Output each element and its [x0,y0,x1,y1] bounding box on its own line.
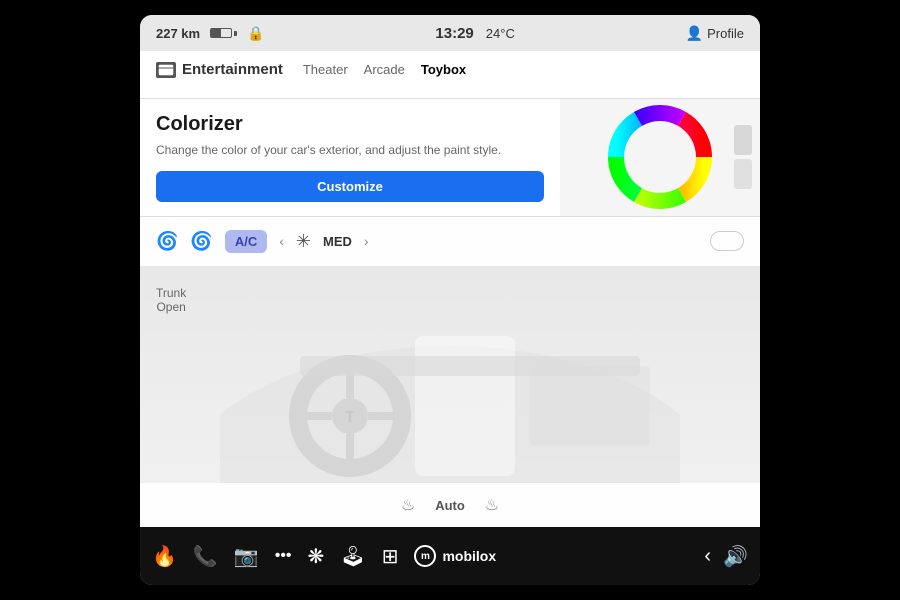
taskbar: 🔥 📞 📷 ••• ❋ 🕹 ⊞ m mobilox ‹ 🔊 [140,527,760,585]
profile-button[interactable]: 👤 Profile [686,25,744,42]
dashboard-svg: T [220,306,680,486]
car-view: Trunk Open T [140,266,760,527]
colorizer-right-panel [560,99,760,216]
customize-button[interactable]: Customize [156,171,544,202]
game-icon[interactable]: 🕹 [340,544,365,569]
heat-icon[interactable]: 🔥 [152,544,177,569]
climate-toggle[interactable] [710,231,744,251]
swatch-gray[interactable] [734,125,752,155]
defrost-front-icon[interactable]: 🌀 [156,231,178,252]
colorizer-left-panel: Colorizer Change the color of your car's… [140,99,560,216]
fan-icon: ✳ [296,231,311,252]
climate-bar: 🌀 🌀 A/C ‹ ✳ MED › [140,216,760,266]
lock-icon: 🔒 [247,25,264,42]
fan-increase-arrow[interactable]: › [364,233,369,249]
trunk-status: Open [156,300,186,314]
colorizer-section: Colorizer Change the color of your car's… [140,99,760,216]
mobilox-brand: m mobilox [414,545,496,567]
entertainment-panel: Entertainment Theater Arcade Toybox [140,51,760,99]
entertainment-title: Entertainment [156,61,283,78]
nav-arcade[interactable]: Arcade [364,62,405,77]
entertainment-header: Entertainment Theater Arcade Toybox [156,61,744,78]
colorizer-description: Change the color of your car's exterior,… [156,142,544,159]
color-swatches [734,125,752,189]
fan-speed-display: MED [323,234,352,249]
defrost-rear-icon[interactable]: 🌀 [190,231,212,252]
phone-icon[interactable]: 📞 [193,544,218,569]
taskbar-right: ‹ 🔊 [704,544,748,569]
back-icon[interactable]: ‹ [704,545,711,568]
time-display: 13:29 [435,25,473,42]
more-icon[interactable]: ••• [275,547,292,565]
grid-icon[interactable]: ⊞ [382,544,399,569]
nav-theater[interactable]: Theater [303,62,348,77]
person-icon: 👤 [686,25,703,42]
seat-heat-left-icon[interactable]: ♨ [401,495,415,515]
ac-button[interactable]: A/C [225,230,267,253]
svg-text:T: T [345,409,355,426]
mobilox-logo: m [414,545,436,567]
bottom-climate-bar: ♨ Auto ♨ [140,483,760,527]
swatch-light[interactable] [734,159,752,189]
seat-heat-right-icon[interactable]: ♨ [485,495,499,515]
trunk-info: Trunk Open [156,286,186,314]
nav-toybox[interactable]: Toybox [421,62,466,77]
colorizer-title: Colorizer [156,113,544,136]
entertainment-label: Entertainment [182,61,283,78]
climate-right-controls [710,231,744,251]
volume-icon[interactable]: 🔊 [723,544,748,569]
entertainment-nav: Theater Arcade Toybox [303,62,466,77]
profile-label: Profile [707,26,744,41]
status-bar: 227 km 🔒 13:29 24°C 👤 Profile [140,15,760,51]
entertainment-icon [156,62,176,78]
temperature-display: 24°C [486,26,515,41]
distance-display: 227 km [156,26,200,41]
apps-icon[interactable]: ❋ [308,544,325,569]
brand-name: mobilox [442,548,496,564]
color-wheel [605,102,715,212]
camera-icon[interactable]: 📷 [234,544,259,569]
auto-climate-label: Auto [435,498,465,513]
battery-icon [210,28,237,38]
fan-decrease-arrow[interactable]: ‹ [279,233,284,249]
trunk-label: Trunk [156,286,186,300]
main-screen: 227 km 🔒 13:29 24°C 👤 Profile [140,15,760,585]
